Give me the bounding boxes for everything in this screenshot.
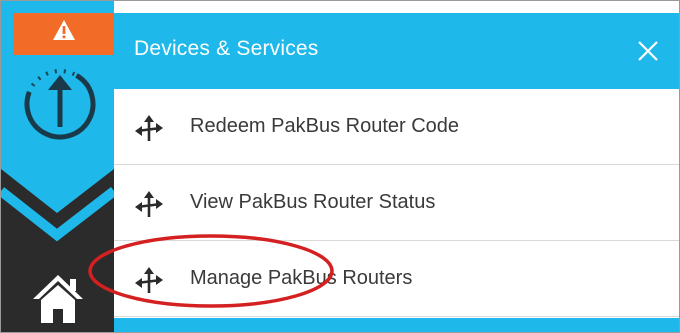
- menu-item-view-router-status[interactable]: View PakBus Router Status: [114, 165, 679, 241]
- highlight-ellipse: [88, 234, 334, 308]
- panel-header: Devices & Services: [114, 13, 679, 89]
- close-icon[interactable]: [634, 37, 662, 65]
- menu-item-label: Redeem PakBus Router Code: [190, 115, 460, 137]
- router-arrows-icon: [135, 115, 163, 141]
- app-frame: Devices & Services Redeem PakBus Router …: [0, 0, 680, 333]
- menu-item-label: View PakBus Router Status: [190, 191, 436, 213]
- home-icon: [33, 275, 83, 323]
- warning-icon: [53, 20, 75, 40]
- sync-arrow-icon[interactable]: [15, 59, 105, 149]
- menu-item-redeem-router-code[interactable]: Redeem PakBus Router Code: [114, 89, 679, 165]
- panel-title: Devices & Services: [134, 37, 319, 60]
- panel-bottom-bar: [114, 318, 679, 332]
- router-arrows-icon: [135, 191, 163, 217]
